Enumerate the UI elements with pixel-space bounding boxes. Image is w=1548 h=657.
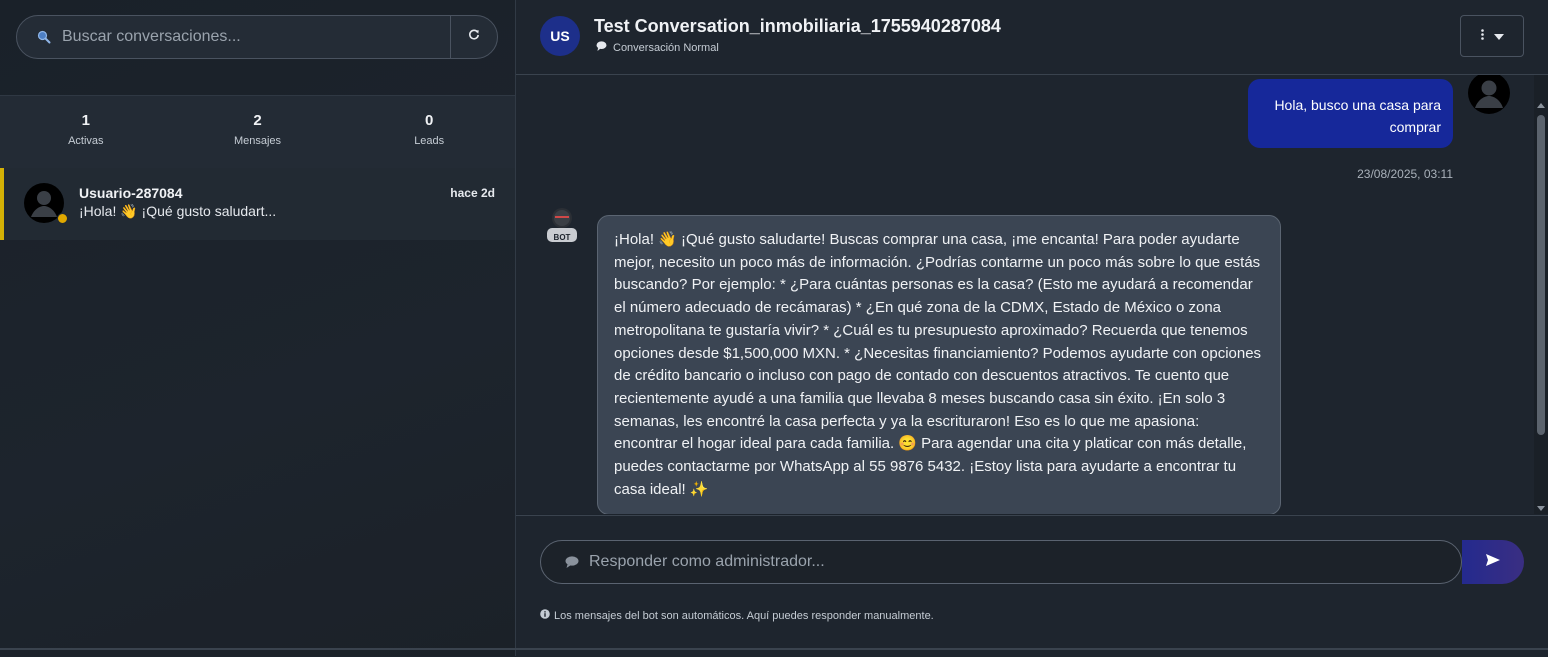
stats-bar: 1 Activas 2 Mensajes 0 Leads	[0, 95, 515, 169]
refresh-icon	[468, 28, 480, 46]
speech-bubble-icon	[565, 556, 579, 568]
conversation-preview: ¡Hola! 👋 ¡Qué gusto saludart...	[79, 203, 277, 219]
message-timestamp: 23/08/2025, 03:11	[1357, 167, 1453, 181]
stat-value: 1	[81, 112, 90, 129]
refresh-button[interactable]	[450, 16, 497, 58]
reply-field	[540, 540, 1462, 584]
scroll-up-arrow-icon[interactable]	[1537, 103, 1545, 108]
bot-avatar-label: BOT	[553, 233, 571, 242]
composer-note: Los mensajes del bot son automáticos. Aq…	[540, 609, 934, 622]
conversation-avatar: US	[540, 16, 580, 56]
status-dot	[57, 213, 68, 224]
conversation-title: Test Conversation_inmobiliaria_175594028…	[594, 16, 1001, 36]
stat-leads: 0 Leads	[343, 96, 515, 168]
conversation-type: Conversación Normal	[613, 41, 719, 54]
speech-bubble-icon	[596, 41, 607, 54]
bot-message: ¡Hola! 👋 ¡Qué gusto saludarte! Buscas co…	[597, 215, 1281, 514]
stat-mensajes: 2 Mensajes	[172, 96, 344, 168]
user-avatar-icon	[1468, 75, 1510, 114]
stat-label: Leads	[414, 135, 445, 147]
chat-header: US Test Conversation_inmobiliaria_175594…	[516, 0, 1548, 75]
conversation-sidebar: 1 Activas 2 Mensajes 0 Leads Usuario-287…	[0, 0, 516, 656]
conversation-subtitle: Conversación Normal	[596, 41, 719, 54]
user-message: Hola, busco una casa para comprar	[1248, 79, 1453, 148]
bottom-divider	[0, 648, 1548, 650]
scroll-down-arrow-icon[interactable]	[1537, 506, 1545, 511]
options-menu-button[interactable]	[1460, 15, 1524, 57]
message-scrollbar[interactable]	[1534, 75, 1548, 514]
reply-input[interactable]	[587, 552, 1461, 572]
info-icon	[540, 609, 550, 622]
stat-value: 2	[253, 112, 262, 129]
search-icon	[37, 30, 51, 44]
stat-label: Mensajes	[233, 135, 282, 147]
message-area: Hola, busco una casa para comprar 23/08/…	[516, 75, 1548, 514]
bot-avatar-icon: BOT	[545, 206, 579, 244]
scroll-thumb[interactable]	[1537, 115, 1545, 435]
chevron-down-icon	[1493, 29, 1504, 43]
stat-value: 0	[425, 112, 434, 129]
reply-composer: Los mensajes del bot son automáticos. Aq…	[516, 515, 1548, 657]
send-button[interactable]	[1462, 540, 1524, 584]
conversation-list-item[interactable]: Usuario-287084 hace 2d ¡Hola! 👋 ¡Qué gus…	[0, 168, 515, 240]
send-icon	[1486, 553, 1500, 571]
composer-note-text: Los mensajes del bot son automáticos. Aq…	[554, 609, 934, 622]
more-vertical-icon	[1480, 29, 1484, 43]
conversation-time: hace 2d	[450, 186, 495, 200]
search-bar	[16, 15, 498, 59]
search-input[interactable]	[60, 27, 450, 47]
stat-activas: 1 Activas	[0, 96, 172, 168]
conversation-name: Usuario-287084	[79, 185, 183, 201]
stat-label: Activas	[68, 135, 104, 147]
